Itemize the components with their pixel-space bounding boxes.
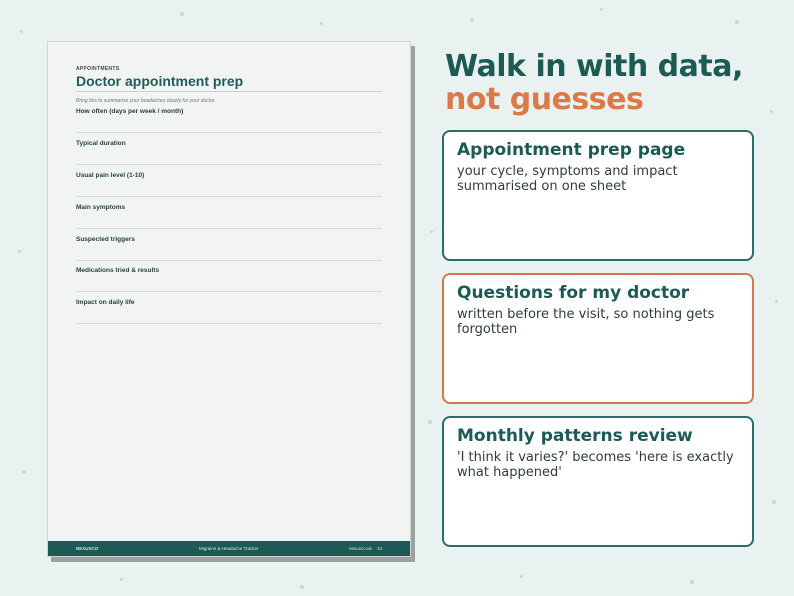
field-line [76,196,382,197]
headline: Walk in with data, not guesses [445,50,743,116]
field-label: Usual pain level (1-10) [76,172,145,179]
card-title: Appointment prep page [457,140,686,160]
field-label: Medications tried & results [76,267,160,274]
footer-product: Migraine & Headache Tracker [199,546,259,551]
page-intro: Bring this to summarise your headaches c… [76,98,216,104]
headline-line-1: Walk in with data, [445,49,743,84]
document-page: APPOINTMENTS Doctor appointment prep Bri… [47,41,411,557]
field-line [76,132,382,133]
feature-card-appointment-prep: Appointment prep page your cycle, sympto… [442,130,754,261]
card-body: your cycle, symptoms and impact summaris… [457,164,678,194]
footer-page-number: 13 [377,546,383,551]
field-frequency: How often (days per week / month) [76,108,382,140]
field-symptoms: Main symptoms [76,204,382,236]
field-medications: Medications tried & results [76,267,382,299]
field-duration: Typical duration [76,140,382,172]
card-body: 'I think it varies?' becomes 'here is ex… [457,450,734,480]
field-line [76,323,382,324]
field-line [76,228,382,229]
field-pain-level: Usual pain level (1-10) [76,172,382,204]
field-line [76,260,382,261]
footer-brand: NEXUXCO [76,546,99,551]
feature-card-monthly-review: Monthly patterns review 'I think it vari… [442,416,754,547]
feature-card-doctor-questions: Questions for my doctor written before t… [442,273,754,404]
field-line [76,291,382,292]
card-title: Monthly patterns review [457,426,693,446]
page-eyebrow: APPOINTMENTS [76,66,120,72]
card-body: written before the visit, so nothing get… [457,307,715,337]
field-label: Typical duration [76,140,126,147]
title-divider [76,91,382,92]
headline-line-2: not guesses [445,82,644,117]
field-line [76,164,382,165]
field-impact: Impact on daily life [76,299,382,331]
field-label: Main symptoms [76,204,126,211]
field-triggers: Suspected triggers [76,236,382,268]
card-title: Questions for my doctor [457,283,690,303]
page-footer: NEXUXCO Migraine & Headache Tracker nexu… [48,541,410,556]
field-label: Impact on daily life [76,299,135,306]
field-label: How often (days per week / month) [76,108,184,115]
field-label: Suspected triggers [76,236,135,243]
page-title: Doctor appointment prep [76,73,244,89]
footer-url: nexuxco.uk [349,546,372,551]
